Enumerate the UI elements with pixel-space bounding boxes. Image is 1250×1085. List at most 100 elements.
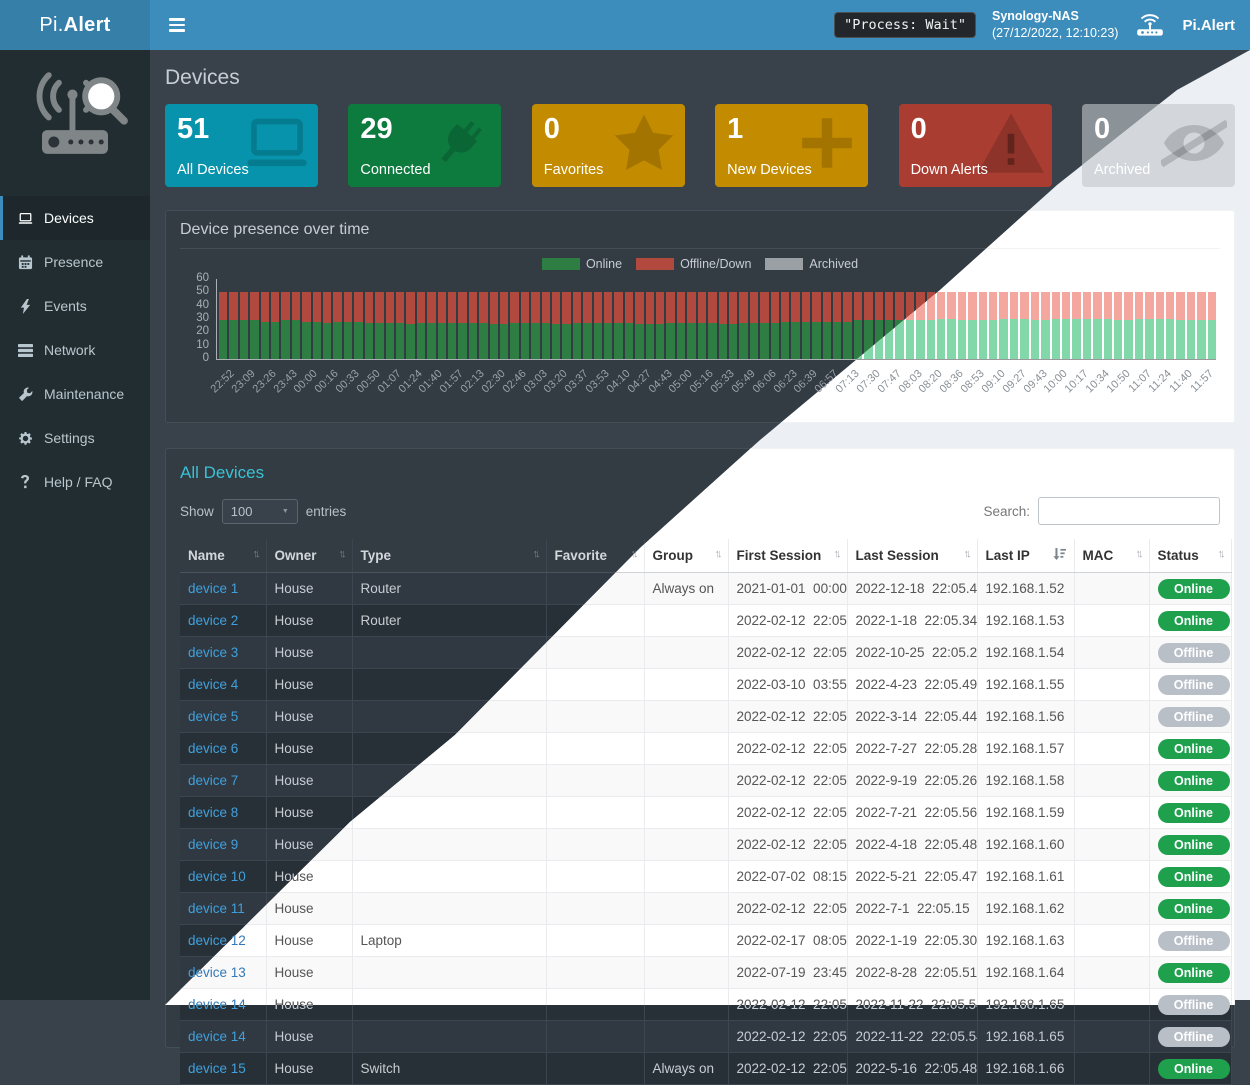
device-link[interactable]: device 5: [188, 709, 238, 724]
device-link[interactable]: device 11: [188, 901, 245, 916]
table-row: device 14House2022-02-12 22:052022-11-22…: [180, 1021, 1231, 1053]
column-header-last-ip[interactable]: Last IP: [977, 539, 1074, 573]
sidebar-item-maintenance[interactable]: Maintenance: [0, 372, 150, 416]
device-link[interactable]: device 1: [188, 581, 238, 596]
laptop-icon: [244, 112, 310, 174]
cell-status: Online: [1149, 573, 1231, 605]
cell: [546, 669, 644, 701]
stacked-bar: [448, 279, 456, 359]
sidebar-item-label: Devices: [44, 210, 94, 226]
cell-status: Offline: [1149, 637, 1231, 669]
cell-status: Online: [1149, 605, 1231, 637]
legend-item-offline-down[interactable]: Offline/Down: [636, 257, 751, 271]
device-link[interactable]: device 7: [188, 773, 238, 788]
host-info: Synology-NAS (27/12/2022, 12:10:23): [992, 8, 1119, 42]
column-header-group[interactable]: ↑↓Group: [644, 539, 728, 573]
stacked-bar: [229, 279, 237, 359]
sidebar-item-presence[interactable]: Presence: [0, 240, 150, 284]
x-tick-label: 07:30: [855, 368, 883, 396]
device-link[interactable]: device 3: [188, 645, 238, 660]
cell: 2022-10-25 22:05.23: [847, 637, 977, 669]
legend-item-online[interactable]: Online: [542, 257, 622, 271]
cell: [1074, 1053, 1149, 1085]
card-connected[interactable]: 29Connected: [348, 104, 501, 187]
column-header-mac[interactable]: ↑↓MAC: [1074, 539, 1149, 573]
legend-item-archived[interactable]: Archived: [765, 257, 858, 271]
column-header-first-session[interactable]: ↑↓First Session: [728, 539, 847, 573]
stacked-bar: [386, 279, 394, 359]
app-logo[interactable]: Pi.Alert: [0, 0, 150, 50]
sort-icon: ↑↓: [533, 548, 538, 560]
sort-icon: ↑↓: [339, 548, 344, 560]
sidebar-item-settings[interactable]: Settings: [0, 416, 150, 460]
column-header-owner[interactable]: ↑↓Owner: [266, 539, 352, 573]
column-header-last-session[interactable]: ↑↓Last Session: [847, 539, 977, 573]
device-link[interactable]: device 14: [188, 1029, 246, 1044]
stacked-bar: [958, 279, 966, 359]
cell: 192.168.1.56: [977, 701, 1074, 733]
x-tick-label: 07:47: [875, 368, 903, 396]
device-link[interactable]: device 4: [188, 677, 238, 692]
card-all-devices[interactable]: 51All Devices: [165, 104, 318, 187]
device-link[interactable]: device 9: [188, 837, 238, 852]
card-favorites[interactable]: 0Favorites: [532, 104, 685, 187]
sidebar-item-events[interactable]: Events: [0, 284, 150, 328]
calendar-icon: [17, 255, 34, 270]
y-tick-label: 20: [196, 325, 209, 337]
card-down-alerts[interactable]: 0Down Alerts: [899, 104, 1052, 187]
stacked-bar: [698, 279, 706, 359]
table-row: device 13House2022-07-19 23:452022-8-28 …: [180, 957, 1231, 989]
stacked-bar: [843, 279, 851, 359]
cell: [1074, 829, 1149, 861]
card-new-devices[interactable]: 1New Devices: [715, 104, 868, 187]
device-link[interactable]: device 15: [188, 1061, 246, 1076]
x-tick-label: 23:26: [250, 368, 278, 396]
sidebar-item-label: Settings: [44, 430, 95, 446]
stacked-bar: [1176, 279, 1184, 359]
status-badge: Online: [1158, 611, 1230, 631]
cell: [644, 669, 728, 701]
cell: [1074, 605, 1149, 637]
cell: 192.168.1.63: [977, 925, 1074, 957]
x-tick-label: 05:49: [730, 368, 758, 396]
cell: House: [266, 669, 352, 701]
cell: [352, 957, 546, 989]
column-header-status[interactable]: ↑↓Status: [1149, 539, 1231, 573]
status-badge: Online: [1158, 835, 1230, 855]
stacked-bar: [1052, 279, 1060, 359]
legend-label: Offline/Down: [680, 257, 751, 271]
device-link[interactable]: device 2: [188, 613, 238, 628]
gear-icon: [17, 431, 34, 446]
column-header-name[interactable]: ↑↓Name: [180, 539, 266, 573]
cell: House: [266, 701, 352, 733]
stacked-bar: [594, 279, 602, 359]
cell: [644, 957, 728, 989]
cell: [1074, 893, 1149, 925]
cell: 2022-9-19 22:05.26: [847, 765, 977, 797]
sort-icon: ↑↓: [1136, 548, 1141, 560]
device-link[interactable]: device 10: [188, 869, 246, 884]
sidebar-toggle-icon[interactable]: [165, 12, 189, 38]
x-tick-label: 11:24: [1147, 368, 1175, 395]
device-link[interactable]: device 8: [188, 805, 238, 820]
header-brand: Pi.Alert: [1182, 17, 1235, 34]
cell: 2022-07-02 08:15: [728, 861, 847, 893]
pialert-logo-icon: [0, 50, 150, 196]
sidebar-item-network[interactable]: Network: [0, 328, 150, 372]
stacked-bar: [750, 279, 758, 359]
column-header-type[interactable]: ↑↓Type: [352, 539, 546, 573]
sidebar-item-devices[interactable]: Devices: [0, 196, 150, 240]
cell-name: device 4: [180, 669, 266, 701]
cell: [644, 893, 728, 925]
device-link[interactable]: device 6: [188, 741, 238, 756]
sidebar-item-help-faq[interactable]: Help / FAQ: [0, 460, 150, 504]
cell: [644, 765, 728, 797]
cell: 2022-02-12 22:05: [728, 1053, 847, 1085]
cell: [546, 861, 644, 893]
cell: House: [266, 765, 352, 797]
stacked-bar: [1093, 279, 1101, 359]
search-input[interactable]: [1038, 497, 1220, 525]
stacked-bar: [1083, 279, 1091, 359]
cell-name: device 10: [180, 861, 266, 893]
page-length-select[interactable]: 100 ▼: [222, 499, 298, 524]
